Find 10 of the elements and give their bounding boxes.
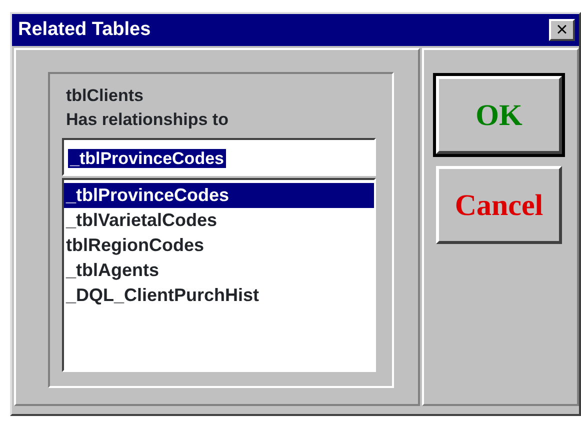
list-item[interactable]: tblRegionCodes xyxy=(64,233,374,258)
list-item[interactable]: _tblVarietalCodes xyxy=(64,208,374,233)
close-button[interactable]: × xyxy=(549,19,575,41)
list-item[interactable]: _tblProvinceCodes xyxy=(64,183,374,208)
table-name: tblClients xyxy=(65,85,144,107)
list-item[interactable]: _tblAgents xyxy=(64,258,374,283)
caption-label: Has relationships to xyxy=(65,109,230,131)
list-item[interactable]: _DQL_ClientPurchHist xyxy=(64,283,374,308)
window-title: Related Tables xyxy=(18,18,151,42)
combo-field[interactable]: _tblProvinceCodes xyxy=(62,138,376,176)
